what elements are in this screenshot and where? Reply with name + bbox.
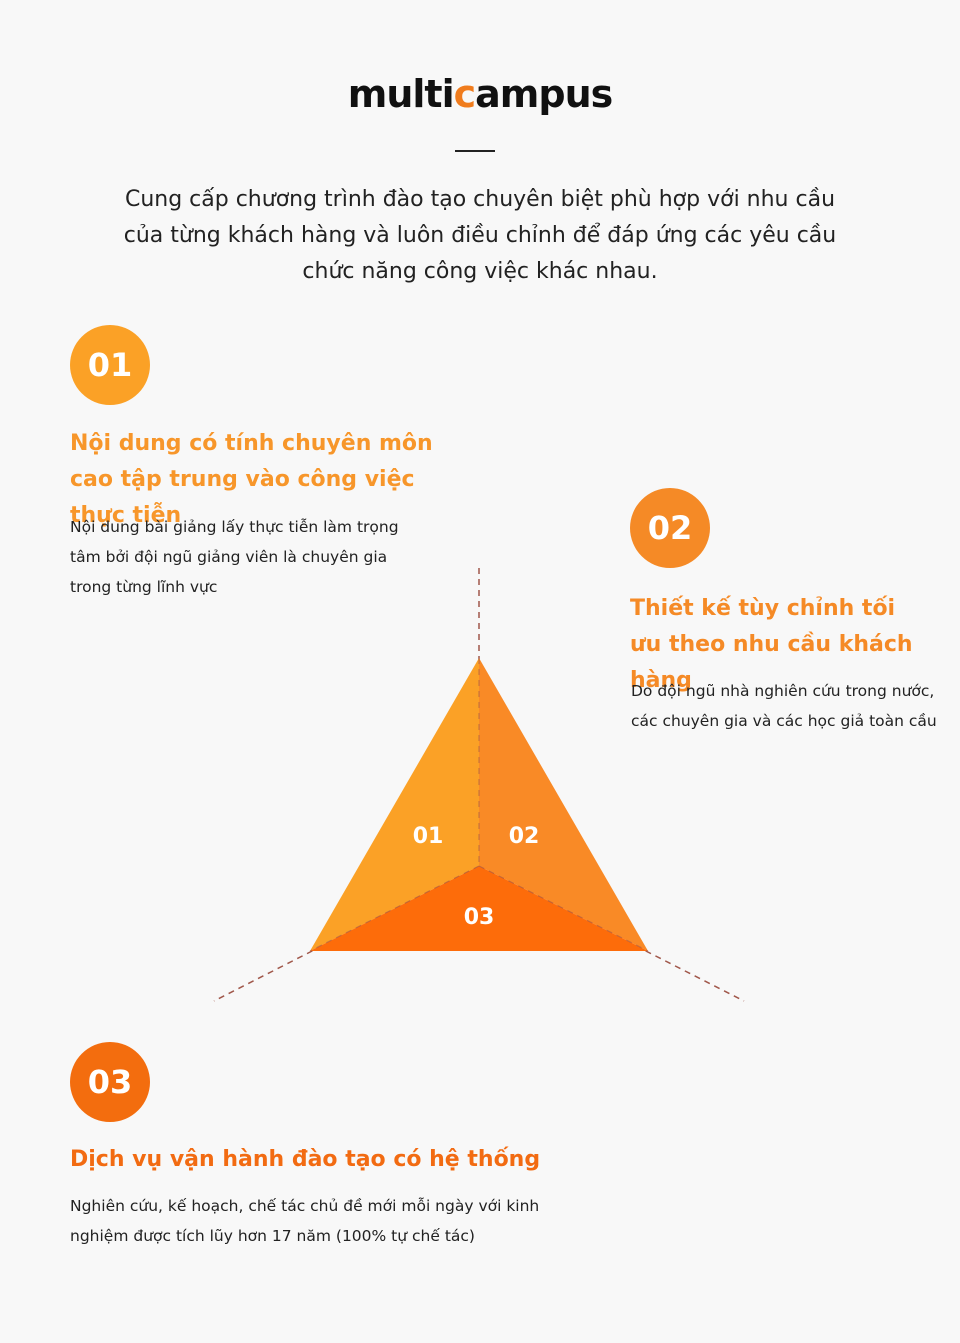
triangle-diagram: 01 02 03 bbox=[213, 568, 745, 1002]
segment-label-03: 03 bbox=[464, 905, 495, 930]
segment-label-01: 01 bbox=[413, 824, 444, 849]
segment-label-02: 02 bbox=[509, 824, 540, 849]
